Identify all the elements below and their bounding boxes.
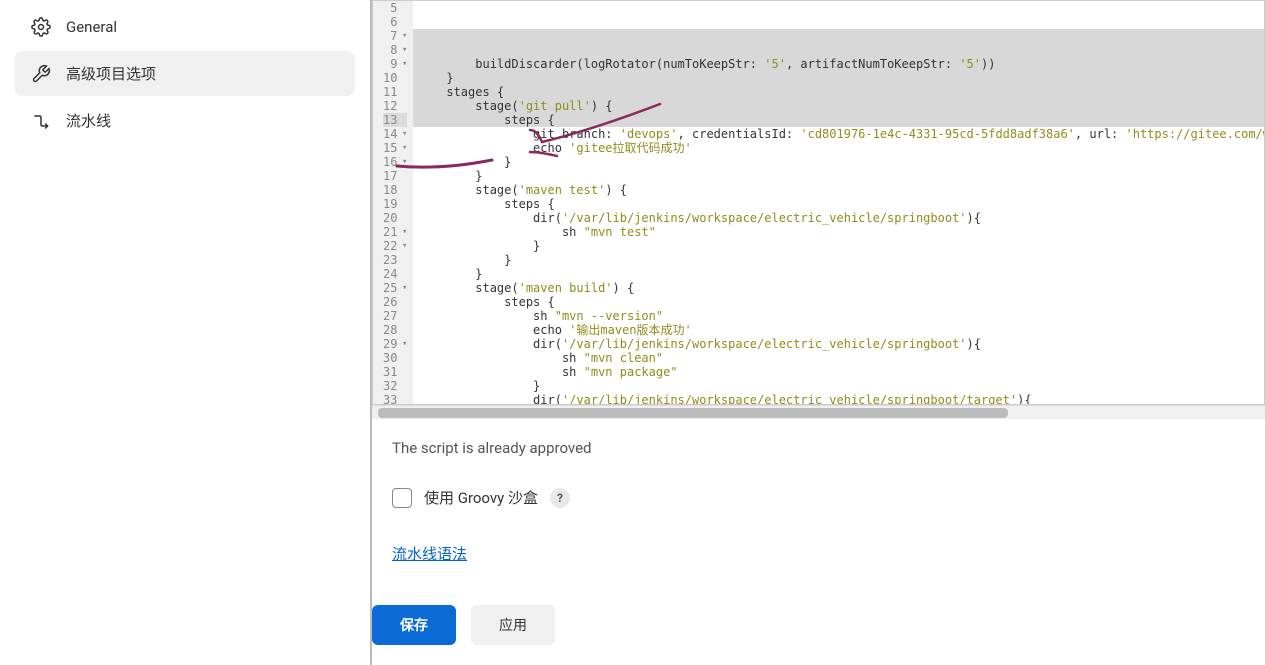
approval-status-text: The script is already approved xyxy=(392,439,1265,457)
editor-gutter: 567▾8▾9▾1011121314▾15▾16▾1718192021▾22▾2… xyxy=(373,1,413,404)
sidebar-item-label: 流水线 xyxy=(66,110,111,131)
sandbox-checkbox-label: 使用 Groovy 沙盒 xyxy=(424,487,538,508)
gear-icon xyxy=(31,17,51,37)
sidebar-item-label: 高级项目选项 xyxy=(66,63,156,84)
scrollbar-thumb[interactable] xyxy=(378,408,1008,418)
sidebar-item-pipeline[interactable]: 流水线 xyxy=(15,98,355,143)
sandbox-checkbox-row: 使用 Groovy 沙盒 ? xyxy=(392,487,1265,508)
help-icon[interactable]: ? xyxy=(550,488,570,508)
main-content: 567▾8▾9▾1011121314▾15▾16▾1718192021▾22▾2… xyxy=(370,0,1265,665)
sidebar-item-general[interactable]: General xyxy=(15,5,355,49)
sidebar-item-advanced[interactable]: 高级项目选项 xyxy=(15,51,355,96)
save-button[interactable]: 保存 xyxy=(372,605,456,645)
sidebar: General 高级项目选项 流水线 xyxy=(0,0,370,665)
sandbox-checkbox[interactable] xyxy=(392,488,412,508)
pipeline-syntax-link[interactable]: 流水线语法 xyxy=(392,545,467,563)
sidebar-item-label: General xyxy=(66,18,117,36)
pipeline-icon xyxy=(31,111,51,131)
wrench-icon xyxy=(31,64,51,84)
action-buttons: 保存 应用 xyxy=(372,605,555,645)
code-area[interactable]: buildDiscarder(logRotator(numToKeepStr: … xyxy=(413,1,1264,404)
horizontal-scrollbar[interactable] xyxy=(372,405,1265,419)
script-editor[interactable]: 567▾8▾9▾1011121314▾15▾16▾1718192021▾22▾2… xyxy=(372,0,1265,405)
apply-button[interactable]: 应用 xyxy=(471,605,555,645)
